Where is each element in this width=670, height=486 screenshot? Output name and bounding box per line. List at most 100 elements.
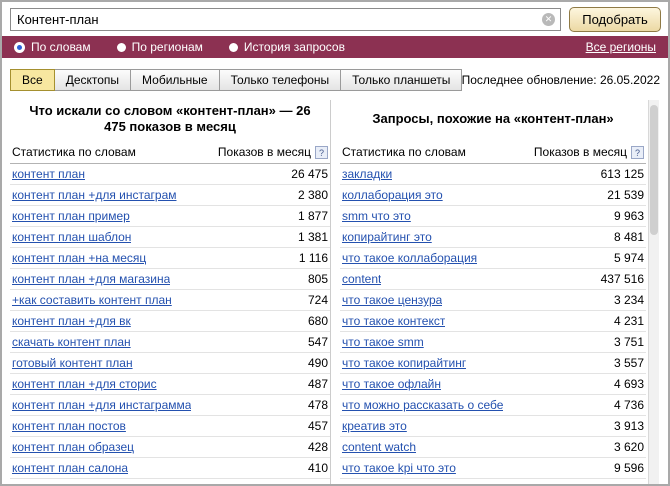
keyword-link[interactable]: контент план +для вк bbox=[12, 314, 131, 328]
shows-value: 680 bbox=[308, 314, 328, 328]
keyword-link[interactable]: +как составить контент план bbox=[12, 293, 172, 307]
table-row: контент план +для сторис 487 bbox=[10, 374, 330, 395]
all-regions-link[interactable]: Все регионы bbox=[586, 40, 656, 54]
shows-value: 9 596 bbox=[614, 461, 644, 475]
keyword-link[interactable]: креатив это bbox=[342, 419, 407, 433]
keyword-link[interactable]: что такое smm bbox=[342, 335, 424, 349]
keyword-link[interactable]: content bbox=[342, 272, 381, 286]
column-header-shows: Показов в месяц bbox=[218, 145, 311, 159]
column-header-shows: Показов в месяц bbox=[534, 145, 627, 159]
scrollbar-thumb[interactable] bbox=[650, 105, 658, 235]
radio-icon bbox=[14, 42, 25, 53]
table-row: контент план образец 428 bbox=[10, 437, 330, 458]
keyword-link[interactable]: контент план салона bbox=[12, 461, 128, 475]
keyword-link[interactable]: что такое контекст bbox=[342, 314, 445, 328]
right-table-rows: закладки 613 125 коллаборация это 21 539… bbox=[340, 164, 646, 479]
shows-value: 3 234 bbox=[614, 293, 644, 307]
keyword-link[interactable]: что такое коллаборация bbox=[342, 251, 477, 265]
keyword-link[interactable]: что можно рассказать о себе bbox=[342, 398, 503, 412]
keyword-link[interactable]: что такое цензура bbox=[342, 293, 442, 307]
tab-phones-only[interactable]: Только телефоны bbox=[219, 69, 342, 91]
keyword-link[interactable]: копирайтинг это bbox=[342, 230, 432, 244]
column-header-keyword: Статистика по словам bbox=[342, 145, 466, 159]
table-row: готовый контент план 490 bbox=[10, 353, 330, 374]
table-row: контент план +для магазина 805 bbox=[10, 269, 330, 290]
shows-value: 3 557 bbox=[614, 356, 644, 370]
keyword-link[interactable]: smm что это bbox=[342, 209, 411, 223]
table-row: что такое kpi что это 9 596 bbox=[340, 458, 646, 479]
keyword-link[interactable]: контент план +для магазина bbox=[12, 272, 170, 286]
keyword-link[interactable]: контент план bbox=[12, 167, 85, 181]
keyword-link[interactable]: контент план пример bbox=[12, 209, 130, 223]
mode-nav-bar: По словам По регионам История запросов В… bbox=[2, 36, 668, 58]
keyword-link[interactable]: скачать контент план bbox=[12, 335, 131, 349]
radio-icon bbox=[229, 43, 238, 52]
keyword-link[interactable]: коллаборация это bbox=[342, 188, 443, 202]
table-row: content watch 3 620 bbox=[340, 437, 646, 458]
keyword-link[interactable]: готовый контент план bbox=[12, 356, 133, 370]
shows-value: 21 539 bbox=[607, 188, 644, 202]
left-table-header: Статистика по словам Показов в месяц ? bbox=[10, 142, 330, 164]
mode-option-by-regions[interactable]: По регионам bbox=[117, 40, 203, 54]
keyword-link[interactable]: контент план образец bbox=[12, 440, 134, 454]
tab-tablets-only[interactable]: Только планшеты bbox=[340, 69, 462, 91]
keyword-link[interactable]: контент план +для сторис bbox=[12, 377, 157, 391]
table-row: что такое цензура 3 234 bbox=[340, 290, 646, 311]
shows-value: 2 380 bbox=[298, 188, 328, 202]
table-row: контент план 26 475 bbox=[10, 164, 330, 185]
shows-value: 4 693 bbox=[614, 377, 644, 391]
shows-value: 478 bbox=[308, 398, 328, 412]
keyword-link[interactable]: что такое kpi что это bbox=[342, 461, 456, 475]
keyword-link[interactable]: что такое офлайн bbox=[342, 377, 441, 391]
keyword-link[interactable]: закладки bbox=[342, 167, 392, 181]
keyword-link[interactable]: контент план +для инстаграм bbox=[12, 188, 177, 202]
search-bar: ✕ Подобрать bbox=[2, 2, 668, 36]
keyword-link[interactable]: контент план +на месяц bbox=[12, 251, 146, 265]
keyword-link[interactable]: контент план +для инстаграмма bbox=[12, 398, 191, 412]
table-row: контент план +для вк 680 bbox=[10, 311, 330, 332]
shows-value: 805 bbox=[308, 272, 328, 286]
clear-search-icon[interactable]: ✕ bbox=[542, 13, 555, 26]
help-icon[interactable]: ? bbox=[315, 146, 328, 159]
vertical-scrollbar[interactable] bbox=[648, 100, 659, 486]
table-row: закладки 613 125 bbox=[340, 164, 646, 185]
keyword-link[interactable]: content watch bbox=[342, 440, 416, 454]
right-panel: Запросы, похожие на «контент-план» Стати… bbox=[330, 100, 646, 486]
keyword-link[interactable]: контент план шаблон bbox=[12, 230, 131, 244]
table-row: smm что это 9 963 bbox=[340, 206, 646, 227]
shows-value: 4 231 bbox=[614, 314, 644, 328]
table-row: content 437 516 bbox=[340, 269, 646, 290]
tab-all[interactable]: Все bbox=[10, 69, 55, 91]
submit-button[interactable]: Подобрать bbox=[569, 7, 661, 32]
table-row: контент план шаблон 1 381 bbox=[10, 227, 330, 248]
table-row: что можно рассказать о себе 4 736 bbox=[340, 395, 646, 416]
table-row: контент план салона 410 bbox=[10, 458, 330, 479]
table-row: контент план +для инстаграм 2 380 bbox=[10, 185, 330, 206]
keyword-link[interactable]: контент план постов bbox=[12, 419, 126, 433]
help-icon[interactable]: ? bbox=[631, 146, 644, 159]
search-input[interactable] bbox=[10, 8, 561, 31]
results-content: Что искали со словом «контент-план» — 26… bbox=[2, 98, 668, 486]
left-panel: Что искали со словом «контент-план» — 26… bbox=[10, 100, 330, 486]
shows-value: 9 963 bbox=[614, 209, 644, 223]
device-tabs-row: Все Десктопы Мобильные Только телефоны Т… bbox=[2, 58, 668, 98]
tab-mobile[interactable]: Мобильные bbox=[130, 69, 220, 91]
mode-option-history[interactable]: История запросов bbox=[229, 40, 345, 54]
table-row: что такое коллаборация 5 974 bbox=[340, 248, 646, 269]
last-update-text: Последнее обновление: 26.05.2022 bbox=[462, 73, 660, 87]
shows-value: 4 736 bbox=[614, 398, 644, 412]
table-row: что такое копирайтинг 3 557 bbox=[340, 353, 646, 374]
tab-desktops[interactable]: Десктопы bbox=[54, 69, 131, 91]
table-row: что такое офлайн 4 693 bbox=[340, 374, 646, 395]
shows-value: 3 751 bbox=[614, 335, 644, 349]
shows-value: 547 bbox=[308, 335, 328, 349]
table-row: коллаборация это 21 539 bbox=[340, 185, 646, 206]
radio-icon bbox=[117, 43, 126, 52]
column-header-keyword: Статистика по словам bbox=[12, 145, 136, 159]
shows-value: 1 877 bbox=[298, 209, 328, 223]
shows-value: 724 bbox=[308, 293, 328, 307]
keyword-link[interactable]: что такое копирайтинг bbox=[342, 356, 466, 370]
shows-value: 5 974 bbox=[614, 251, 644, 265]
mode-option-by-words[interactable]: По словам bbox=[14, 40, 91, 54]
table-row: контент план постов 457 bbox=[10, 416, 330, 437]
